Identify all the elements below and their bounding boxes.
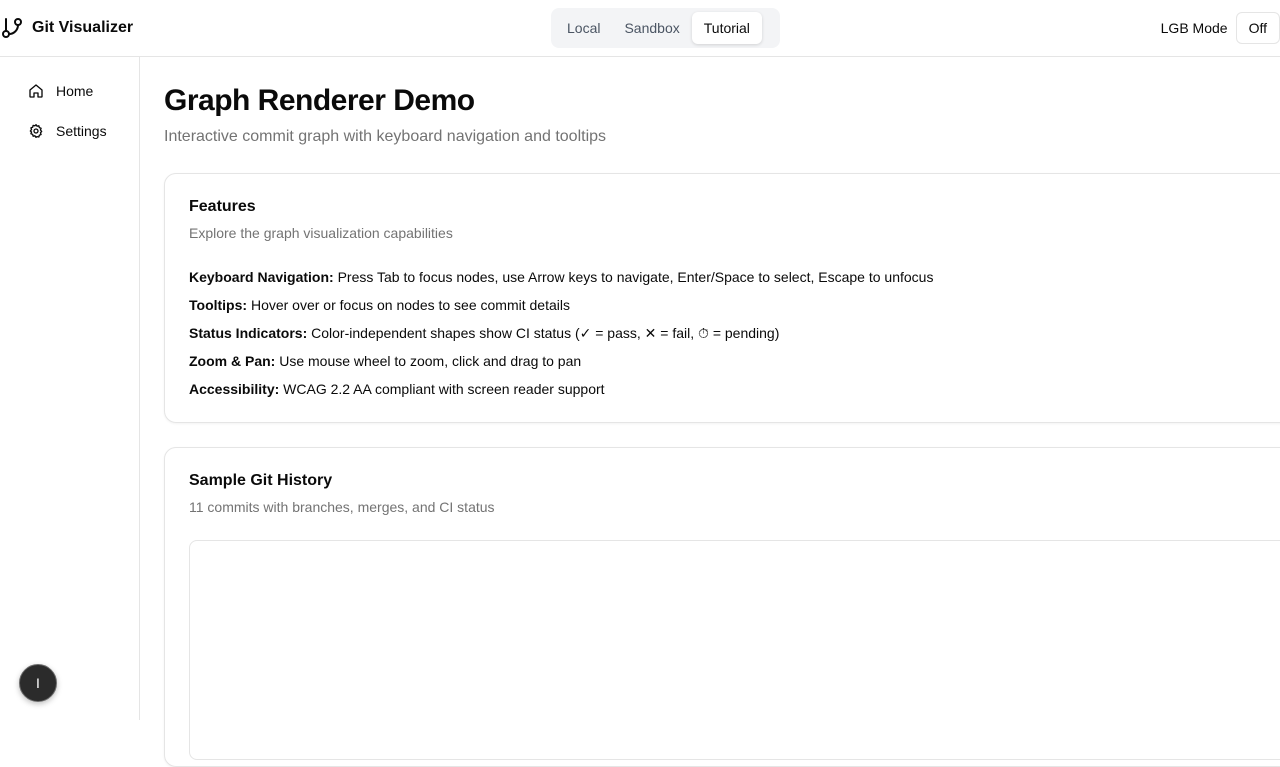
tab-local[interactable]: Local [555, 12, 612, 44]
sidebar-item-label: Home [56, 83, 94, 99]
sidebar: Home Settings I [0, 57, 140, 720]
tab-sandbox[interactable]: Sandbox [612, 12, 691, 44]
card-title: Features [189, 198, 256, 215]
feature-text: Color-independent shapes show CI status … [307, 325, 780, 341]
tab-tutorial[interactable]: Tutorial [691, 12, 762, 44]
feature-label: Accessibility: [189, 381, 280, 397]
page-subtitle: Interactive commit graph with keyboard n… [164, 128, 607, 145]
features-card: Features Explore the graph visualization… [164, 173, 1280, 423]
sidebar-item-settings[interactable]: Settings [20, 115, 130, 147]
feature-item: Status Indicators: Color-independent sha… [189, 325, 779, 342]
app-header: Git Visualizer Local Sandbox Tutorial LG… [0, 0, 1280, 57]
feature-text: Hover over or focus on nodes to see comm… [247, 297, 570, 313]
feature-label: Zoom & Pan: [189, 353, 276, 369]
lgb-mode-control: LGB Mode Off [1161, 12, 1280, 44]
app-title: Git Visualizer [32, 19, 134, 36]
commit-graph-canvas[interactable] [189, 540, 1280, 760]
feature-item: Keyboard Navigation: Press Tab to focus … [189, 269, 933, 285]
brand[interactable]: Git Visualizer [0, 16, 133, 40]
page-title: Graph Renderer Demo [164, 84, 475, 117]
feature-item: Accessibility: WCAG 2.2 AA compliant wit… [189, 381, 605, 397]
feature-text: WCAG 2.2 AA compliant with screen reader… [279, 381, 605, 397]
feature-label: Status Indicators: [189, 325, 308, 341]
home-icon [29, 84, 43, 98]
sidebar-item-label: Settings [56, 123, 107, 139]
feature-text: Press Tab to focus nodes, use Arrow keys… [333, 269, 934, 285]
feature-item: Zoom & Pan: Use mouse wheel to zoom, cli… [189, 353, 581, 369]
help-launcher-button[interactable]: I [19, 664, 57, 702]
card-title: Sample Git History [189, 472, 333, 489]
card-description: Explore the graph visualization capabili… [189, 225, 453, 241]
mode-switcher: Local Sandbox Tutorial [551, 8, 780, 48]
feature-text: Use mouse wheel to zoom, click and drag … [275, 353, 582, 369]
git-history-card: Sample Git History 11 commits with branc… [164, 447, 1280, 767]
feature-label: Tooltips: [189, 297, 248, 313]
feature-item: Tooltips: Hover over or focus on nodes t… [189, 297, 570, 313]
gear-icon [29, 124, 43, 138]
git-branch-icon [2, 18, 22, 38]
card-description: 11 commits with branches, merges, and CI… [189, 499, 495, 515]
lgb-mode-label: LGB Mode [1160, 20, 1228, 36]
feature-label: Keyboard Navigation: [189, 269, 334, 285]
sidebar-item-home[interactable]: Home [20, 75, 130, 107]
lgb-mode-toggle[interactable]: Off [1235, 12, 1280, 44]
